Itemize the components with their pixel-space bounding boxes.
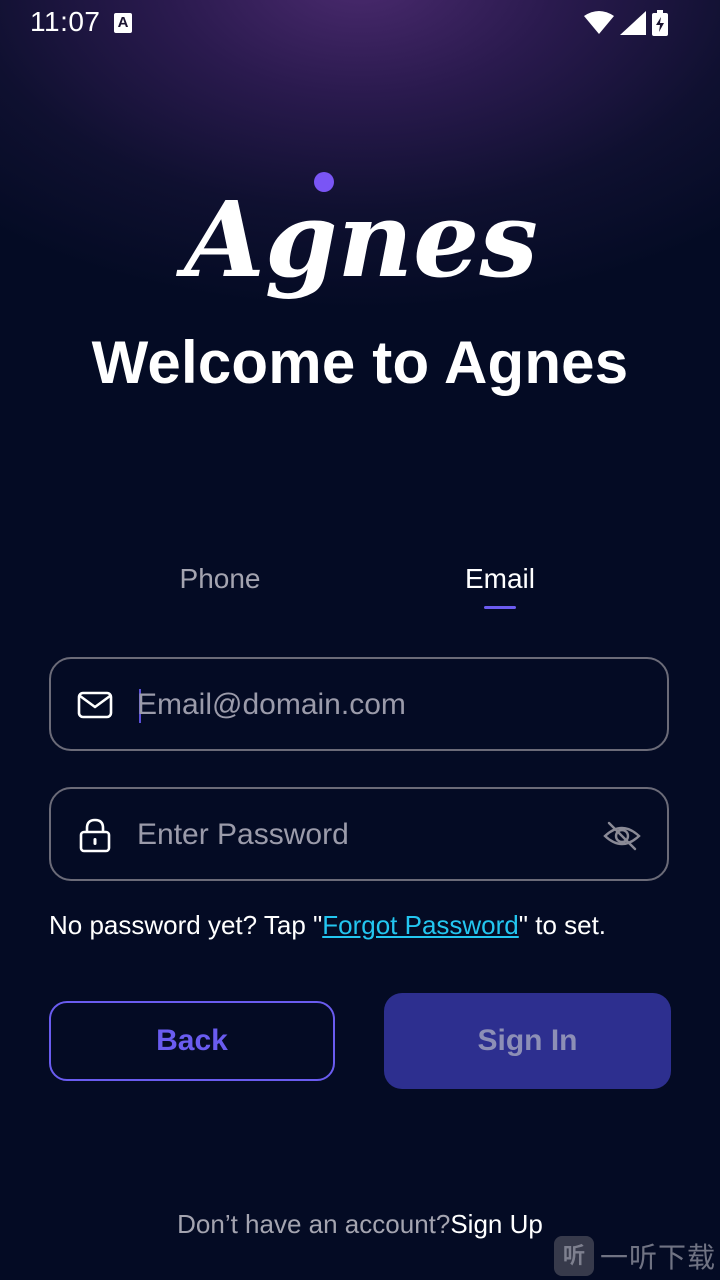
- agnes-logo: Agnes: [175, 172, 538, 301]
- watermark: 听 一听下载: [553, 1236, 716, 1276]
- battery-charging-icon: [652, 10, 668, 36]
- tab-selected-indicator: [484, 606, 516, 609]
- password-field[interactable]: [49, 787, 669, 881]
- back-button[interactable]: Back: [49, 1001, 335, 1081]
- eye-off-icon[interactable]: [603, 817, 641, 855]
- sign-in-button[interactable]: Sign In: [384, 993, 671, 1089]
- page-title: Welcome to Agnes: [91, 329, 629, 396]
- tab-email[interactable]: Email: [400, 563, 600, 595]
- watermark-text: 一听下载: [599, 1242, 716, 1273]
- hint-suffix: " to set.: [518, 910, 607, 940]
- hint-prefix: No password yet? Tap ": [49, 910, 323, 940]
- wifi-icon: [584, 11, 614, 34]
- forgot-password-link[interactable]: Forgot Password: [322, 910, 519, 940]
- email-input[interactable]: [137, 681, 577, 729]
- mail-icon: [77, 691, 113, 719]
- signup-prompt-text: Don’t have an account?: [177, 1209, 451, 1239]
- watermark-badge: 听: [553, 1236, 594, 1276]
- logo-text: Agnes: [175, 178, 538, 301]
- tab-phone[interactable]: Phone: [120, 563, 320, 595]
- notification-badge: A: [114, 13, 132, 33]
- password-hint: No password yet? Tap "Forgot Password" t…: [49, 910, 606, 941]
- password-input[interactable]: [137, 811, 577, 859]
- lock-icon: [79, 818, 111, 853]
- signal-icon: [620, 11, 646, 35]
- status-time: 11:07: [30, 6, 101, 37]
- sign-up-link[interactable]: Sign Up: [450, 1209, 543, 1239]
- status-icons: [584, 10, 668, 36]
- email-field[interactable]: [49, 657, 669, 751]
